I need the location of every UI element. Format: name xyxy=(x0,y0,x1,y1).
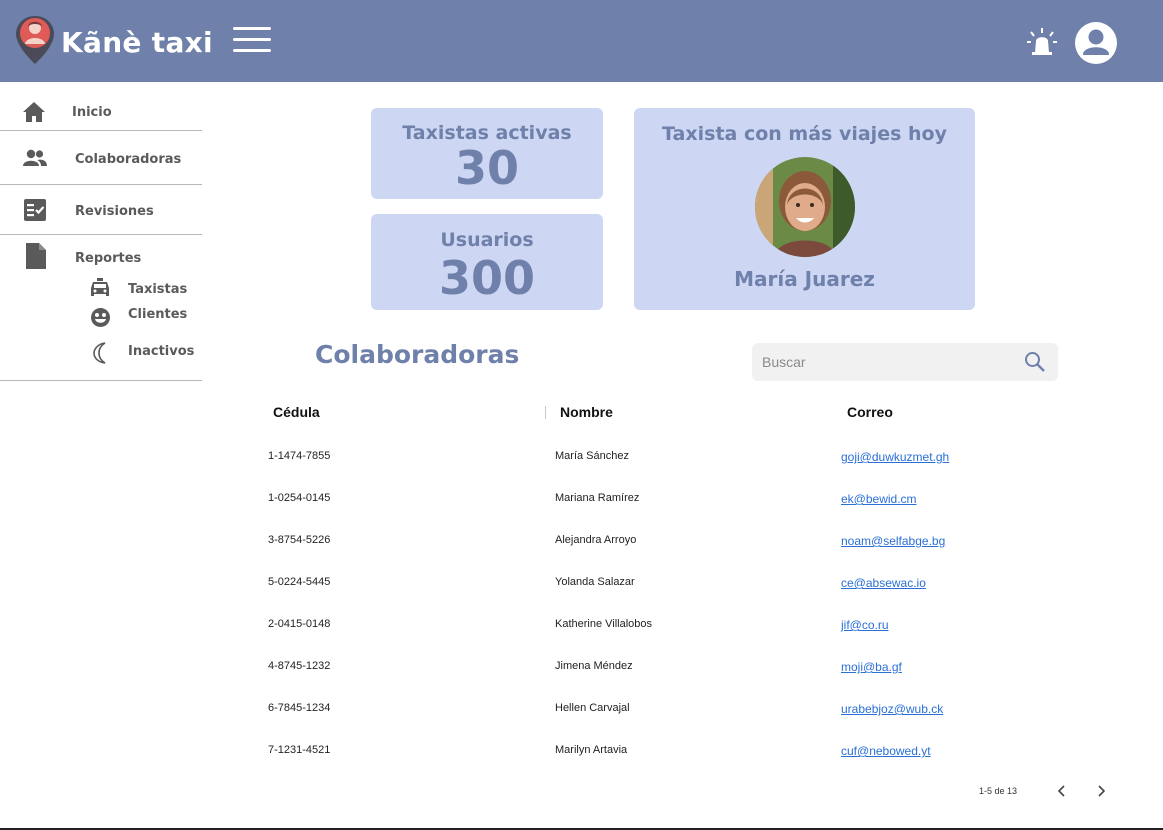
cell-nombre: Jimena Méndez xyxy=(555,660,633,672)
menu-line xyxy=(233,27,271,30)
cell-cedula: 1-1474-7855 xyxy=(268,450,331,462)
face-icon xyxy=(91,308,110,327)
search-box xyxy=(752,343,1058,381)
sidebar-subitem-inactivos[interactable]: Inactivos xyxy=(90,342,200,366)
cell-email-link[interactable]: cuf@nebowed.yt xyxy=(841,744,931,758)
cell-email-link[interactable]: urabebjoz@wub.ck xyxy=(841,702,943,716)
chevron-left-icon[interactable] xyxy=(1053,782,1071,800)
column-separator xyxy=(545,406,546,419)
sidebar-item-label: Revisiones xyxy=(75,204,154,219)
sidebar-subitem-label: Inactivos xyxy=(128,344,195,359)
cell-nombre: Yolanda Salazar xyxy=(555,576,635,588)
sidebar-divider xyxy=(0,130,202,131)
sidebar-item-revisiones[interactable]: Revisiones xyxy=(0,194,202,230)
table-row[interactable]: 5-0224-5445 Yolanda Salazar ce@absewac.i… xyxy=(260,576,1080,618)
home-icon xyxy=(23,102,45,122)
sidebar-subitem-clientes[interactable]: Clientes xyxy=(90,307,200,331)
sidebar-item-colaboradoras[interactable]: Colaboradoras xyxy=(0,142,202,178)
sidebar-item-reportes[interactable]: Reportes xyxy=(0,242,202,278)
taxi-icon xyxy=(91,278,109,296)
checklist-icon xyxy=(24,199,46,221)
cell-nombre: María Sánchez xyxy=(555,450,629,462)
table-row[interactable]: 3-8754-5226 Alejandra Arroyo noam@selfab… xyxy=(260,534,1080,576)
table-row[interactable]: 2-0415-0148 Katherine Villalobos jif@co.… xyxy=(260,618,1080,660)
cell-cedula: 6-7845-1234 xyxy=(268,702,331,714)
sidebar-item-inicio[interactable]: Inicio xyxy=(0,97,202,133)
cell-nombre: Katherine Villalobos xyxy=(555,618,653,630)
emergency-siren-icon[interactable] xyxy=(1027,27,1057,57)
search-input[interactable] xyxy=(762,351,1012,373)
cell-nombre: Alejandra Arroyo xyxy=(555,534,637,546)
cell-email-link[interactable]: ce@absewac.io xyxy=(841,576,926,590)
top-driver-name: María Juarez xyxy=(734,267,875,291)
cell-nombre: Hellen Carvajal xyxy=(555,702,630,714)
sidebar-subitem-label: Taxistas xyxy=(128,282,188,297)
cell-cedula: 3-8754-5226 xyxy=(268,534,331,546)
cell-cedula: 5-0224-5445 xyxy=(268,576,331,588)
users-card: Usuarios 300 xyxy=(371,214,603,310)
cell-cedula: 4-8745-1232 xyxy=(268,660,331,672)
table-row[interactable]: 6-7845-1234 Hellen Carvajal urabebjoz@wu… xyxy=(260,702,1080,744)
table-row[interactable]: 4-8745-1232 Jimena Méndez moji@ba.gf xyxy=(260,660,1080,702)
cell-nombre: Marilyn Artavia xyxy=(555,744,628,756)
column-header-cedula[interactable]: Cédula xyxy=(273,404,320,420)
sidebar: Inicio Colaboradoras Revisiones Reportes xyxy=(0,82,202,382)
user-account-button[interactable] xyxy=(1075,22,1117,64)
column-header-nombre[interactable]: Nombre xyxy=(560,404,613,420)
cell-email-link[interactable]: jif@co.ru xyxy=(841,618,889,632)
sidebar-divider xyxy=(0,380,202,381)
sidebar-item-label: Inicio xyxy=(72,105,112,120)
cell-cedula: 2-0415-0148 xyxy=(268,618,331,630)
cell-email-link[interactable]: noam@selfabge.bg xyxy=(841,534,945,548)
card-value: 30 xyxy=(454,141,519,195)
hamburger-menu-button[interactable] xyxy=(233,27,271,55)
top-header: Kãnè taxi xyxy=(0,0,1163,82)
cell-nombre: Mariana Ramírez xyxy=(555,492,640,504)
sidebar-divider xyxy=(0,184,202,185)
menu-line xyxy=(233,38,271,41)
card-value: 300 xyxy=(438,251,536,305)
cell-email-link[interactable]: ek@bewid.cm xyxy=(841,492,917,506)
sidebar-item-label: Reportes xyxy=(75,251,142,266)
menu-line xyxy=(233,49,271,52)
pagination-range: 1-5 de 13 xyxy=(979,786,1018,796)
account-icon xyxy=(1083,29,1109,55)
sidebar-divider xyxy=(0,234,202,235)
cell-email-link[interactable]: goji@duwkuzmet.gh xyxy=(841,450,949,464)
sidebar-item-label: Colaboradoras xyxy=(75,152,182,167)
column-header-correo[interactable]: Correo xyxy=(847,404,893,420)
cell-cedula: 7-1231-4521 xyxy=(268,744,331,756)
sidebar-subitem-label: Clientes xyxy=(128,307,188,322)
moon-icon xyxy=(93,342,106,364)
top-driver-card: Taxista con más viajes hoy María Juarez xyxy=(634,108,975,310)
active-drivers-card: Taxistas activas 30 xyxy=(371,108,603,199)
brand-name: Kãnè taxi xyxy=(61,26,213,59)
table-row[interactable]: 7-1231-4521 Marilyn Artavia cuf@nebowed.… xyxy=(260,744,1080,786)
search-icon[interactable] xyxy=(1024,351,1046,373)
document-icon xyxy=(26,243,46,269)
card-title: Usuarios xyxy=(440,229,534,251)
card-title: Taxista con más viajes hoy xyxy=(662,123,947,145)
logo-pin-icon xyxy=(16,16,54,64)
cell-email-link[interactable]: moji@ba.gf xyxy=(841,660,902,674)
sidebar-subitem-taxistas[interactable]: Taxistas xyxy=(90,278,200,302)
table-row[interactable]: 1-1474-7855 María Sánchez goji@duwkuzmet… xyxy=(260,450,1080,492)
section-title: Colaboradoras xyxy=(315,340,520,369)
cell-cedula: 1-0254-0145 xyxy=(268,492,331,504)
chevron-right-icon[interactable] xyxy=(1092,782,1110,800)
table-row[interactable]: 1-0254-0145 Mariana Ramírez ek@bewid.cm xyxy=(260,492,1080,534)
people-icon xyxy=(23,149,47,166)
driver-photo xyxy=(755,157,855,257)
